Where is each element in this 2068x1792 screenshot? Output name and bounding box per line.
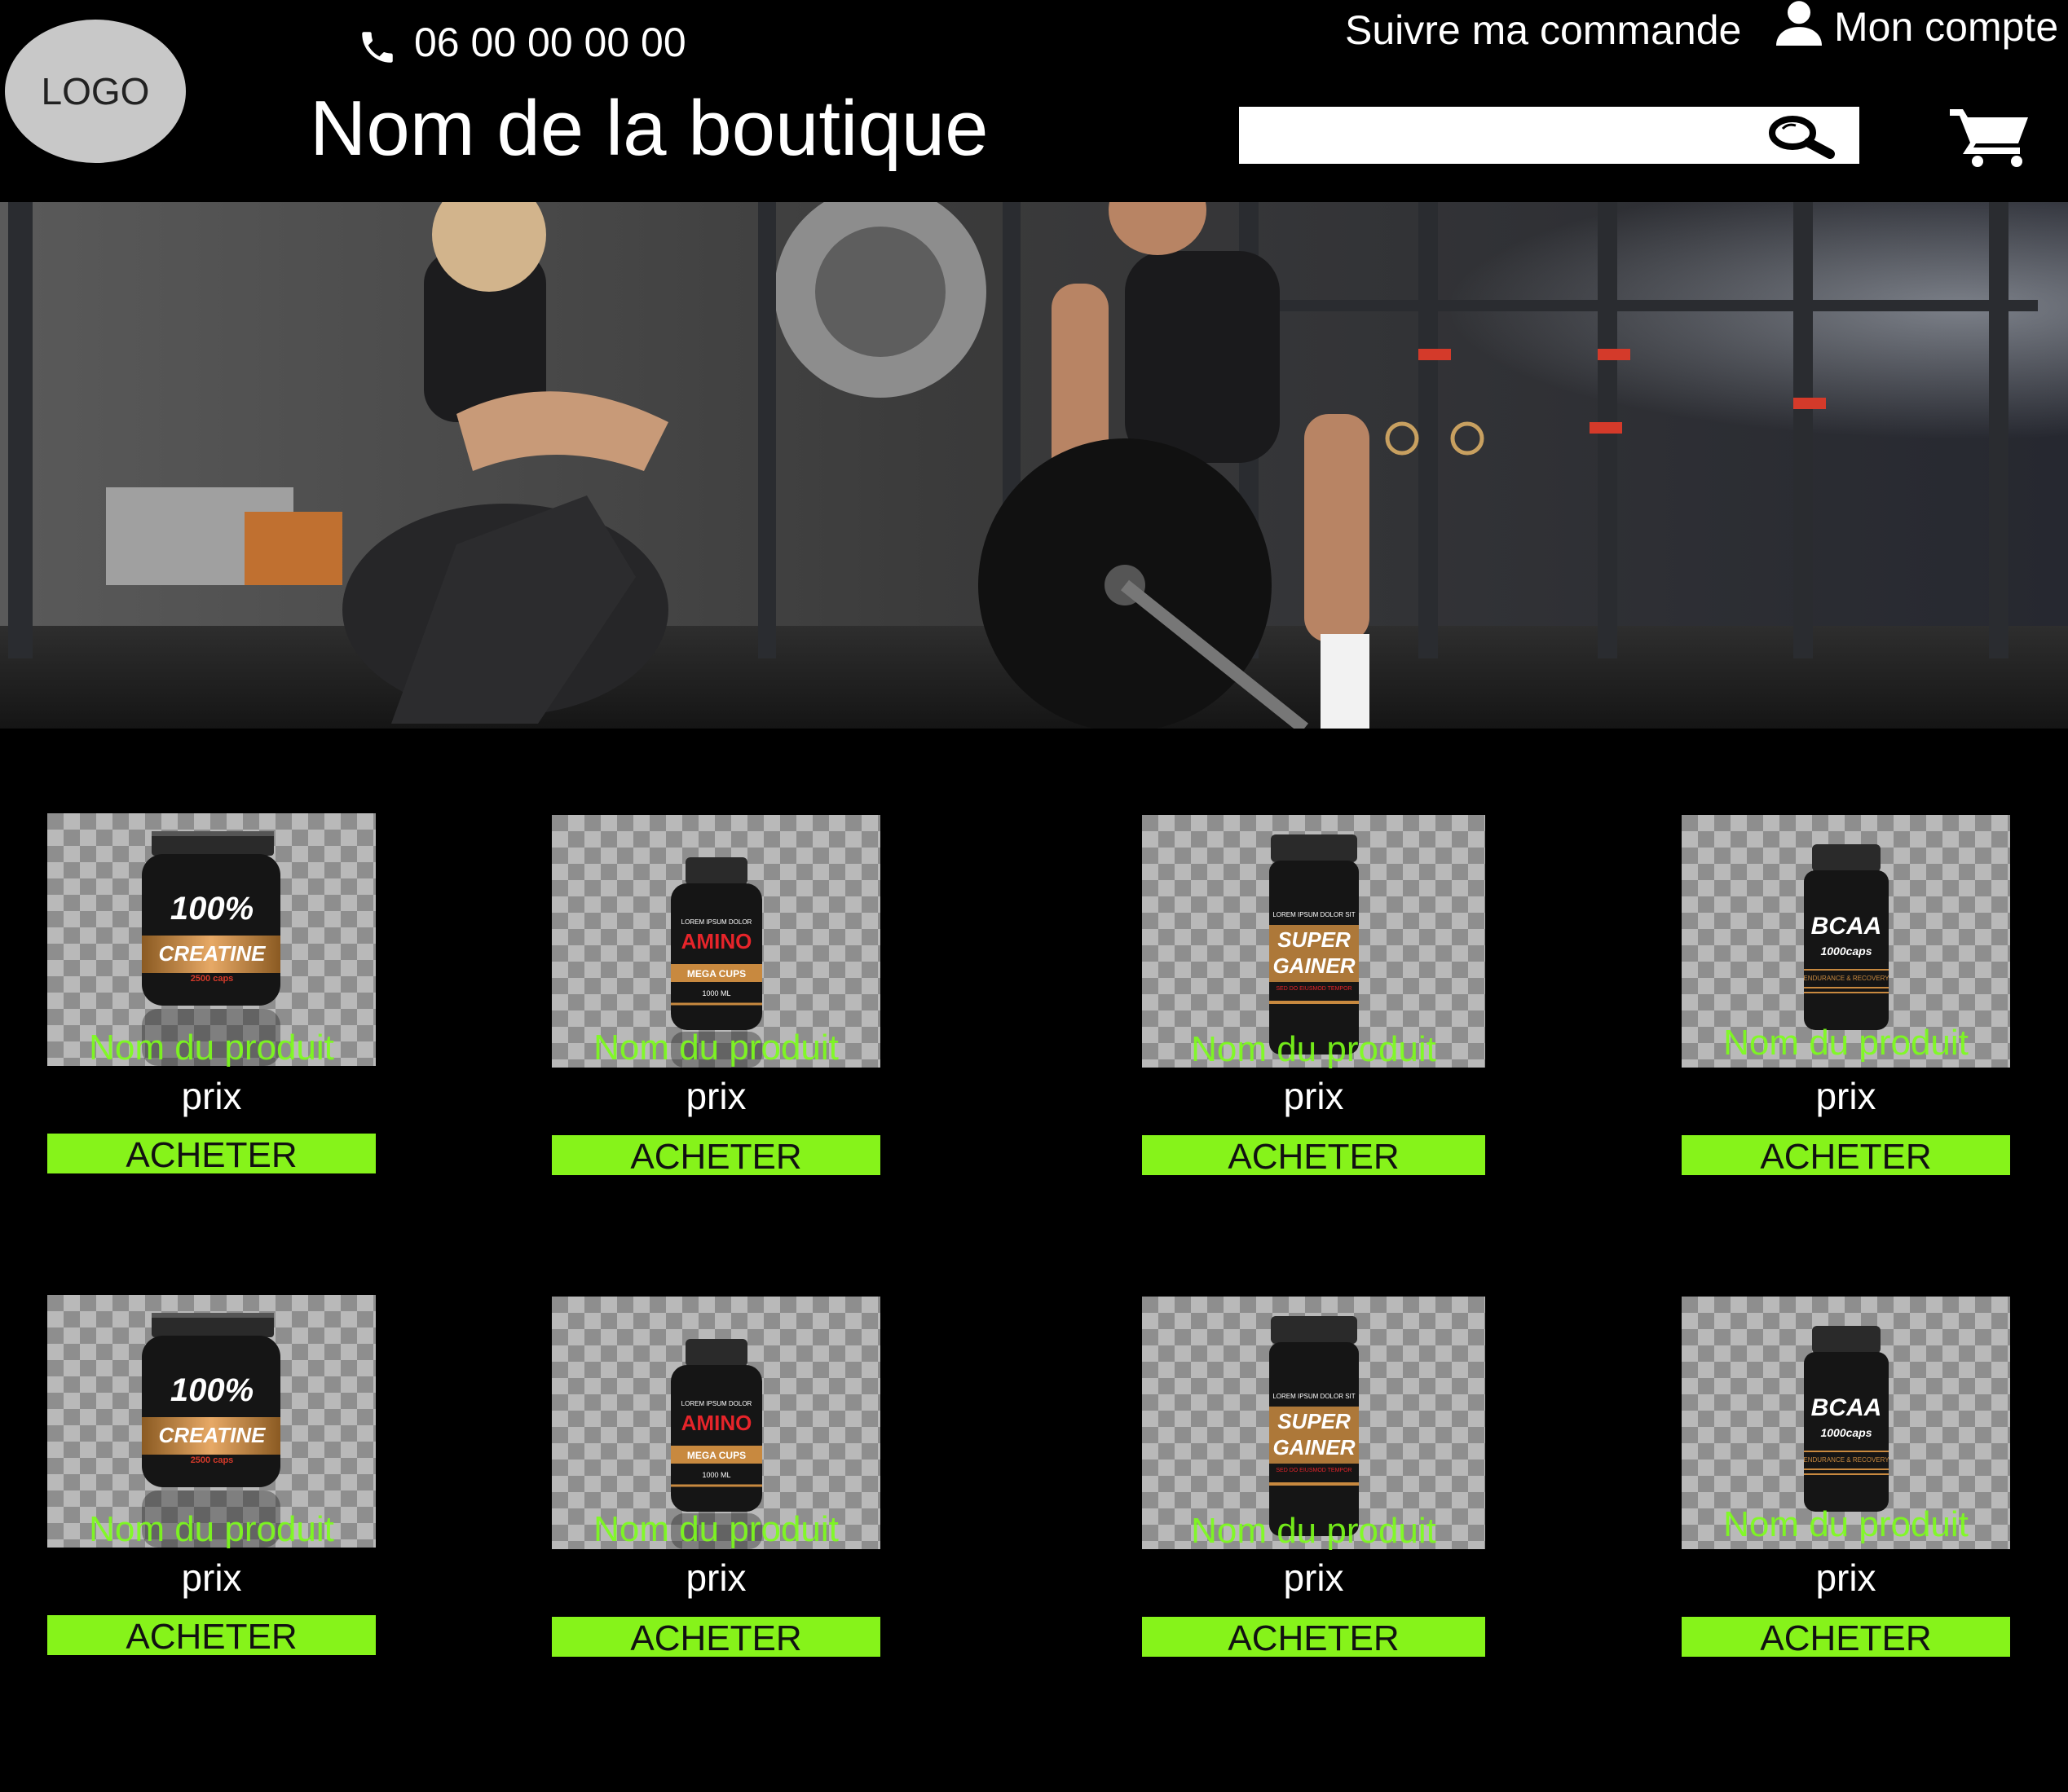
shop-name: Nom de la boutique bbox=[310, 85, 989, 172]
product-name[interactable]: Nom du produit bbox=[552, 1509, 880, 1550]
buy-button[interactable]: ACHETER bbox=[1682, 1617, 2010, 1658]
jar-label: 1000 ML bbox=[702, 989, 730, 997]
jar-label: LOREM IPSUM DOLOR SIT bbox=[1272, 911, 1355, 918]
buy-button[interactable]: ACHETER bbox=[552, 1135, 880, 1177]
product-name[interactable]: Nom du produit bbox=[1682, 1023, 2010, 1063]
product-name[interactable]: Nom du produit bbox=[1142, 1511, 1485, 1552]
jar-label: AMINO bbox=[681, 1411, 752, 1435]
jar-label: AMINO bbox=[681, 929, 752, 953]
jar-label: BCAA bbox=[1811, 913, 1882, 940]
product-name[interactable]: Nom du produit bbox=[47, 1509, 376, 1550]
jar-label: SUPER bbox=[1277, 927, 1351, 952]
product-price: prix bbox=[1815, 1556, 1876, 1599]
jar-label: GAINER bbox=[1272, 953, 1355, 978]
product-price: prix bbox=[686, 1075, 747, 1117]
buy-button[interactable]: ACHETER bbox=[47, 1615, 376, 1657]
search-bar bbox=[1239, 107, 1859, 164]
jar-label: GAINER bbox=[1272, 1435, 1355, 1460]
product-price: prix bbox=[1283, 1075, 1344, 1117]
jar-label: 1000 ML bbox=[702, 1471, 730, 1479]
jar-label: CREATINE bbox=[159, 1423, 267, 1447]
jar-label: LOREM IPSUM DOLOR bbox=[681, 1400, 752, 1407]
cart-icon[interactable] bbox=[1950, 106, 2031, 168]
jar-label: SUPER bbox=[1277, 1409, 1351, 1433]
jar-label: BCAA bbox=[1811, 1394, 1882, 1421]
product-price: prix bbox=[181, 1556, 242, 1599]
search-icon[interactable] bbox=[1763, 113, 1838, 159]
product-name[interactable]: Nom du produit bbox=[552, 1028, 880, 1068]
hero-banner bbox=[0, 202, 2068, 729]
jar-label: SED DO EIUSMOD TEMPOR bbox=[1276, 1468, 1351, 1473]
jar-label: 1000caps bbox=[1820, 944, 1872, 958]
buy-button[interactable]: ACHETER bbox=[47, 1134, 376, 1175]
product-name[interactable]: Nom du produit bbox=[1682, 1504, 2010, 1545]
phone-number[interactable]: 06 00 00 00 00 bbox=[414, 18, 686, 67]
jar-label: 100% bbox=[170, 891, 254, 927]
product-price: prix bbox=[181, 1075, 242, 1117]
jar-label: 100% bbox=[170, 1372, 254, 1408]
logo[interactable]: LOGO bbox=[5, 20, 186, 163]
jar-label: MEGA CUPS bbox=[687, 968, 746, 980]
product-name[interactable]: Nom du produit bbox=[1142, 1029, 1485, 1070]
product-price: prix bbox=[1283, 1556, 1344, 1599]
jar-label: LOREM IPSUM DOLOR SIT bbox=[1272, 1393, 1355, 1400]
product-name[interactable]: Nom du produit bbox=[47, 1028, 376, 1068]
product-price: prix bbox=[686, 1556, 747, 1599]
jar-label: ENDURANCE & RECOVERY bbox=[1803, 1456, 1889, 1464]
buy-button[interactable]: ACHETER bbox=[552, 1617, 880, 1658]
account-link[interactable]: Mon compte bbox=[1834, 2, 2058, 52]
jar-label: ENDURANCE & RECOVERY bbox=[1803, 975, 1889, 982]
track-order-link[interactable]: Suivre ma commande bbox=[1345, 5, 1741, 55]
jar-label: CREATINE bbox=[159, 941, 267, 966]
jar-label: MEGA CUPS bbox=[687, 1450, 746, 1461]
hero-gym-image bbox=[0, 202, 2068, 729]
search-input[interactable] bbox=[1239, 107, 1761, 164]
buy-button[interactable]: ACHETER bbox=[1142, 1135, 1485, 1177]
jar-label: 2500 caps bbox=[191, 1455, 234, 1465]
buy-button[interactable]: ACHETER bbox=[1142, 1617, 1485, 1658]
buy-button[interactable]: ACHETER bbox=[1682, 1135, 2010, 1177]
jar-label: 1000caps bbox=[1820, 1426, 1872, 1439]
jar-label: LOREM IPSUM DOLOR bbox=[681, 918, 752, 926]
jar-label: 2500 caps bbox=[191, 974, 234, 984]
product-price: prix bbox=[1815, 1075, 1876, 1117]
user-icon[interactable] bbox=[1774, 0, 1824, 46]
phone-icon bbox=[362, 32, 393, 63]
jar-label: SED DO EIUSMOD TEMPOR bbox=[1276, 986, 1351, 992]
